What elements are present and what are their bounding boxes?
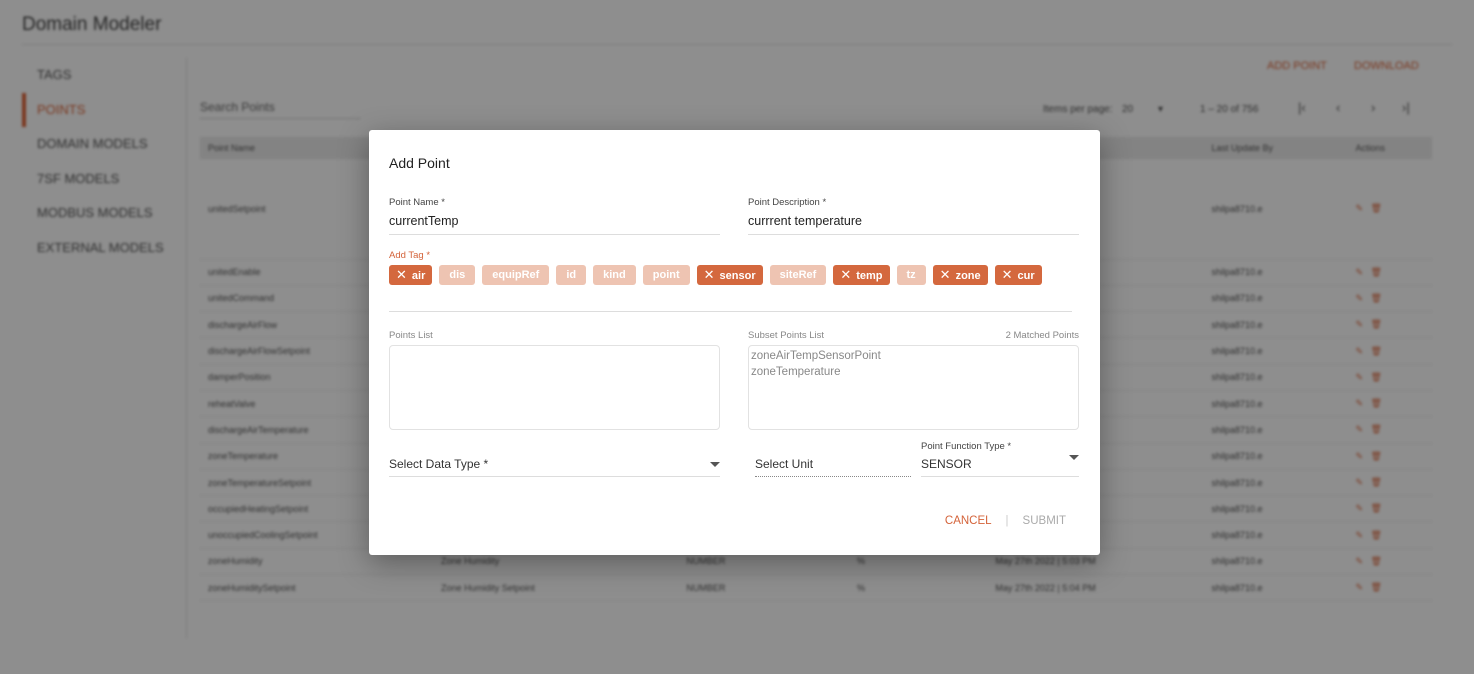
tag-chip-air[interactable]: ✕ air	[389, 265, 433, 285]
tag-label: temp	[856, 270, 883, 282]
tag-chip-kind[interactable]: kind	[593, 265, 636, 285]
submit-button[interactable]: SUBMIT	[1023, 515, 1066, 527]
tag-label: cur	[1017, 270, 1035, 282]
tag-label: point	[652, 269, 680, 281]
tag-chip-id[interactable]: id	[556, 265, 587, 285]
point-function-type-select[interactable]: Point Function Type * SENSOR	[921, 441, 1079, 477]
unit-select[interactable]: Select Unit	[755, 457, 911, 477]
tag-chip-temp[interactable]: ✕ temp	[833, 265, 890, 285]
data-type-select[interactable]: Select Data Type *	[389, 457, 720, 477]
button-divider: |	[1005, 515, 1009, 527]
tag-input-underline[interactable]	[389, 311, 1072, 312]
point-description-field[interactable]: Point Description * currrent temperature	[748, 197, 1079, 235]
tag-chip-dis[interactable]: dis	[439, 265, 476, 285]
tag-chip-siteRef[interactable]: siteRef	[769, 265, 827, 285]
close-icon[interactable]: ✕	[1002, 267, 1013, 282]
point-function-type-label: Point Function Type *	[921, 441, 1012, 452]
subset-point-item[interactable]: zoneAirTempSensorPoint	[751, 348, 1076, 364]
unit-placeholder: Select Unit	[755, 457, 814, 471]
subset-points-box[interactable]: zoneAirTempSensorPoint zoneTemperature	[748, 345, 1079, 430]
points-list-box[interactable]	[389, 345, 720, 430]
tag-label: tz	[906, 269, 916, 281]
tag-label: id	[566, 269, 577, 281]
tag-label: kind	[603, 269, 626, 281]
dialog-title: Add Point	[389, 155, 450, 171]
points-list-label: Points List	[389, 330, 433, 341]
subset-points-list: Subset Points List 2 Matched Points zone…	[748, 330, 1079, 430]
tag-label: air	[411, 270, 426, 282]
tag-label: equipRef	[492, 269, 540, 281]
tag-label: sensor	[719, 270, 756, 282]
close-icon[interactable]: ✕	[840, 267, 851, 282]
point-description-label: Point Description *	[748, 197, 827, 208]
close-icon[interactable]: ✕	[396, 267, 407, 282]
subset-points-label: Subset Points List	[748, 330, 825, 341]
tag-chip-sensor[interactable]: ✕ sensor	[696, 265, 763, 285]
caret-down-icon	[710, 462, 720, 467]
tag-chip-zone[interactable]: ✕ zone	[932, 265, 988, 285]
points-list: Points List	[389, 330, 720, 430]
caret-down-icon	[1069, 455, 1079, 460]
cancel-button[interactable]: CANCEL	[945, 515, 992, 527]
tag-label: zone	[955, 270, 981, 282]
tag-label: dis	[449, 269, 466, 281]
point-function-type-value: SENSOR	[921, 457, 972, 471]
point-name-field[interactable]: Point Name * currentTemp	[389, 197, 720, 235]
point-description-input[interactable]: currrent temperature	[748, 214, 1079, 235]
point-name-input[interactable]: currentTemp	[389, 214, 720, 235]
tag-chips: ✕ air dis equipRef id kind point ✕ sensor siteRef…	[389, 265, 1042, 285]
subset-point-item[interactable]: zoneTemperature	[751, 364, 1076, 380]
close-icon[interactable]: ✕	[940, 267, 951, 282]
matched-points-count: 2 Matched Points	[1005, 330, 1079, 341]
tag-chip-tz[interactable]: tz	[896, 265, 926, 285]
tag-label: siteRef	[779, 269, 817, 281]
data-type-placeholder: Select Data Type *	[389, 457, 489, 471]
add-point-dialog: Add Point Point Name * currentTemp Point…	[369, 130, 1100, 555]
tag-chip-point[interactable]: point	[642, 265, 690, 285]
close-icon[interactable]: ✕	[704, 267, 715, 282]
tag-chip-equipRef[interactable]: equipRef	[482, 265, 550, 285]
tag-chip-cur[interactable]: ✕ cur	[994, 265, 1042, 285]
point-name-label: Point Name *	[389, 197, 445, 208]
add-tag-label: Add Tag *	[389, 250, 431, 261]
